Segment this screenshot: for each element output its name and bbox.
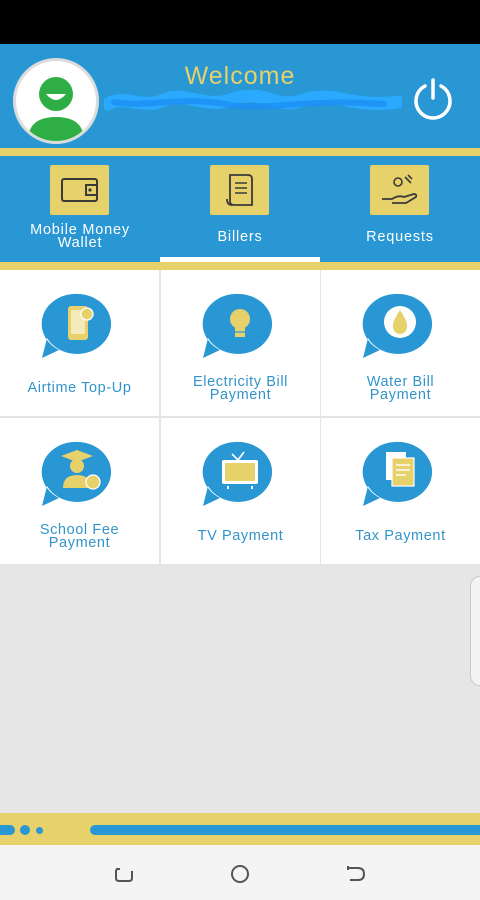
- receipt-icon: [210, 165, 269, 215]
- welcome-text: Welcome: [184, 62, 296, 90]
- power-icon[interactable]: [409, 74, 457, 122]
- footer-dot: [0, 825, 15, 835]
- tab-mobile-money-wallet[interactable]: Mobile Money Wallet: [0, 156, 160, 262]
- biller-tax-payment[interactable]: Tax Payment: [321, 418, 480, 564]
- back-icon[interactable]: [344, 863, 368, 885]
- tab-label: Billers: [217, 229, 263, 245]
- tabs-divider: [0, 262, 480, 270]
- biller-water-bill-payment[interactable]: Water Bill Payment: [321, 270, 480, 416]
- biller-label: School Fee Payment: [39, 522, 120, 551]
- biller-label: Water Bill Payment: [366, 374, 435, 403]
- biller-label: Electricity Bill Payment: [193, 374, 288, 403]
- tab-bar: Mobile Money Wallet Billers Requests: [0, 156, 480, 262]
- tab-label: Mobile Money Wallet: [30, 222, 130, 251]
- wallet-icon: [50, 165, 109, 215]
- footer-dot: [20, 825, 30, 835]
- tv-icon: [202, 441, 273, 506]
- biller-label: Airtime Top-Up: [27, 380, 132, 396]
- edge-panel-handle[interactable]: [470, 576, 480, 686]
- home-icon[interactable]: [228, 863, 252, 885]
- recent-apps-icon[interactable]: [112, 863, 136, 885]
- tab-label: Requests: [366, 229, 434, 245]
- system-nav-bar: [0, 845, 480, 900]
- documents-icon: [362, 441, 433, 506]
- hand-money-icon: [370, 165, 429, 215]
- biller-school-fee-payment[interactable]: School Fee Payment: [0, 418, 159, 564]
- biller-tv-payment[interactable]: TV Payment: [161, 418, 320, 564]
- phone-topup-icon: [41, 293, 112, 358]
- water-drop-icon: [362, 293, 433, 358]
- tab-billers[interactable]: Billers: [160, 156, 320, 262]
- footer-decoration: [0, 813, 480, 845]
- status-bar: [0, 0, 480, 44]
- biller-electricity-bill-payment[interactable]: Electricity Bill Payment: [161, 270, 320, 416]
- biller-label: Tax Payment: [355, 528, 446, 544]
- billers-grid: Airtime Top-Up Electricity Bill Payment …: [0, 270, 480, 566]
- header-divider: [0, 148, 480, 156]
- lightbulb-icon: [202, 293, 273, 358]
- graduate-icon: [41, 441, 112, 506]
- footer-bar: [90, 825, 480, 835]
- biller-airtime-top-up[interactable]: Airtime Top-Up: [0, 270, 159, 416]
- footer-dot: [36, 827, 43, 834]
- app-header: Welcome: [0, 44, 480, 148]
- tab-requests[interactable]: Requests: [320, 156, 480, 262]
- username-redacted: [104, 90, 402, 111]
- biller-label: TV Payment: [197, 528, 284, 544]
